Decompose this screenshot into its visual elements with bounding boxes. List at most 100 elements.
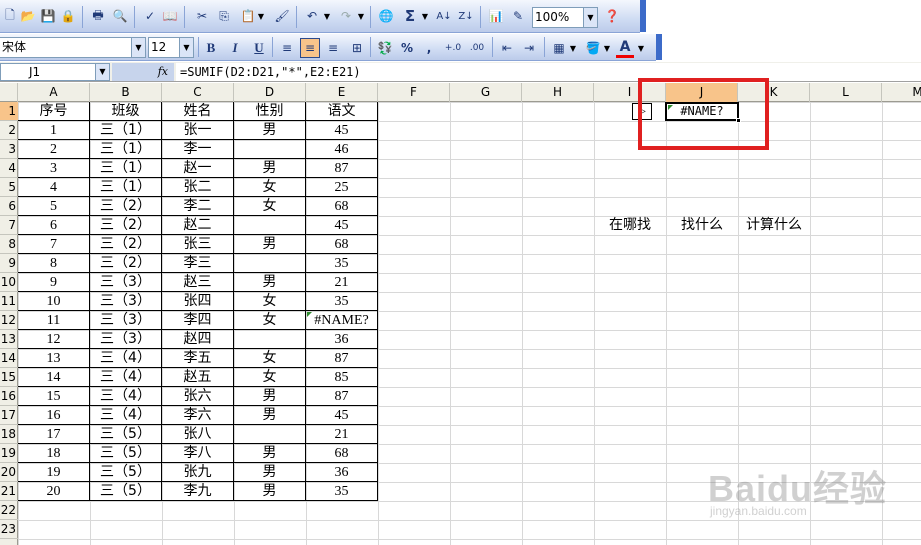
borders-dropdown-icon[interactable]: ▼ (568, 39, 578, 57)
table-cell[interactable]: 男 (234, 235, 306, 254)
table-cell[interactable]: 21 (306, 273, 378, 292)
table-cell[interactable]: 87 (306, 349, 378, 368)
table-header-cell[interactable]: 序号 (18, 102, 90, 121)
table-cell[interactable]: 21 (306, 425, 378, 444)
row-header-14[interactable]: 14 (0, 349, 18, 368)
table-cell[interactable]: 三（4） (90, 387, 162, 406)
italic-button[interactable]: I (226, 39, 244, 57)
table-cell[interactable]: 36 (306, 330, 378, 349)
decrease-decimal-icon[interactable]: .00 (466, 39, 488, 57)
table-cell[interactable]: #NAME? (306, 311, 378, 330)
undo-dropdown-icon[interactable]: ▼ (322, 8, 332, 24)
table-cell[interactable]: 三（2） (90, 197, 162, 216)
row-header-9[interactable]: 9 (0, 254, 18, 273)
table-cell[interactable]: 45 (306, 121, 378, 140)
table-cell[interactable]: 三（2） (90, 254, 162, 273)
name-box[interactable]: J1 ▼ (0, 63, 110, 81)
row-header-10[interactable]: 10 (0, 273, 18, 292)
row-header-8[interactable]: 8 (0, 235, 18, 254)
table-cell[interactable]: 3 (18, 159, 90, 178)
bold-button[interactable]: B (202, 39, 220, 57)
table-cell[interactable]: 20 (18, 482, 90, 501)
table-cell[interactable] (234, 330, 306, 349)
table-cell[interactable]: 男 (234, 273, 306, 292)
label-where[interactable]: 在哪找 (594, 216, 666, 235)
table-cell[interactable]: 三（5） (90, 444, 162, 463)
table-cell[interactable]: 男 (234, 482, 306, 501)
cut-icon[interactable]: ✂ (194, 8, 210, 24)
table-cell[interactable]: 19 (18, 463, 90, 482)
table-cell[interactable]: 张八 (162, 425, 234, 444)
table-cell[interactable]: 张六 (162, 387, 234, 406)
row-header-1[interactable]: 1 (0, 102, 18, 121)
row-header-20[interactable]: 20 (0, 463, 18, 482)
table-cell[interactable]: 女 (234, 197, 306, 216)
table-cell[interactable]: 李四 (162, 311, 234, 330)
table-cell[interactable]: 85 (306, 368, 378, 387)
sort-ascending-icon[interactable]: A↓ (436, 8, 452, 24)
table-cell[interactable]: 8 (18, 254, 90, 273)
table-cell[interactable]: 李一 (162, 140, 234, 159)
table-cell[interactable]: 三（4） (90, 349, 162, 368)
new-file-icon[interactable]: 🗋 (2, 8, 18, 24)
table-cell[interactable]: 男 (234, 121, 306, 140)
table-header-cell[interactable]: 姓名 (162, 102, 234, 121)
table-cell[interactable]: 1 (18, 121, 90, 140)
column-header-a[interactable]: A (18, 83, 90, 102)
row-header-19[interactable]: 19 (0, 444, 18, 463)
table-cell[interactable]: 35 (306, 292, 378, 311)
table-cell[interactable]: 三（1） (90, 178, 162, 197)
help-icon[interactable]: ❓ (604, 8, 620, 24)
insert-function-button[interactable]: fx (112, 63, 174, 81)
row-header-16[interactable]: 16 (0, 387, 18, 406)
borders-icon[interactable]: ▦ (550, 39, 568, 57)
row-header-5[interactable]: 5 (0, 178, 18, 197)
table-cell[interactable]: 15 (18, 387, 90, 406)
table-cell[interactable]: 35 (306, 482, 378, 501)
spelling-icon[interactable]: ✓ (142, 8, 158, 24)
sort-descending-icon[interactable]: Z↓ (458, 8, 474, 24)
column-header-l[interactable]: L (810, 83, 882, 102)
table-cell[interactable]: 三（5） (90, 463, 162, 482)
row-header-4[interactable]: 4 (0, 159, 18, 178)
table-cell[interactable]: 18 (18, 444, 90, 463)
chevron-down-icon[interactable]: ▼ (131, 38, 145, 57)
table-cell[interactable]: 三（5） (90, 425, 162, 444)
table-header-cell[interactable]: 语文 (306, 102, 378, 121)
column-header-e[interactable]: E (306, 83, 378, 102)
formula-input[interactable]: =SUMIF(D2:D21,"*",E2:E21) (176, 63, 921, 81)
row-header-13[interactable]: 13 (0, 330, 18, 349)
table-cell[interactable]: 11 (18, 311, 90, 330)
table-cell[interactable]: 女 (234, 292, 306, 311)
table-cell[interactable]: 女 (234, 178, 306, 197)
row-header-2[interactable]: 2 (0, 121, 18, 140)
table-cell[interactable]: 男 (234, 387, 306, 406)
print-icon[interactable]: 🖶 (90, 8, 106, 24)
table-cell[interactable]: 5 (18, 197, 90, 216)
copy-icon[interactable]: ⎘ (216, 8, 232, 24)
table-cell[interactable]: 14 (18, 368, 90, 387)
align-center-icon[interactable]: ≡ (300, 38, 320, 58)
table-cell[interactable]: 三（3） (90, 273, 162, 292)
column-header-m[interactable]: M (882, 83, 921, 102)
column-header-g[interactable]: G (450, 83, 522, 102)
table-cell[interactable]: 45 (306, 406, 378, 425)
table-cell[interactable]: 张一 (162, 121, 234, 140)
toolbar-options-grip[interactable] (656, 34, 662, 60)
font-color-button[interactable]: A (616, 38, 634, 58)
currency-icon[interactable]: 💱 (376, 39, 394, 57)
align-left-icon[interactable]: ≡ (278, 39, 296, 57)
table-cell[interactable]: 赵五 (162, 368, 234, 387)
table-cell[interactable]: 男 (234, 159, 306, 178)
table-cell[interactable]: 9 (18, 273, 90, 292)
table-header-cell[interactable]: 班级 (90, 102, 162, 121)
table-cell[interactable]: 赵三 (162, 273, 234, 292)
table-cell[interactable] (234, 216, 306, 235)
undo-icon[interactable]: ↶ (304, 8, 320, 24)
increase-indent-icon[interactable]: ⇥ (520, 39, 538, 57)
table-cell[interactable]: 87 (306, 387, 378, 406)
open-folder-icon[interactable]: 📂 (20, 8, 36, 24)
table-cell[interactable]: 7 (18, 235, 90, 254)
table-cell[interactable]: 4 (18, 178, 90, 197)
merge-center-icon[interactable]: ⊞ (348, 39, 366, 57)
